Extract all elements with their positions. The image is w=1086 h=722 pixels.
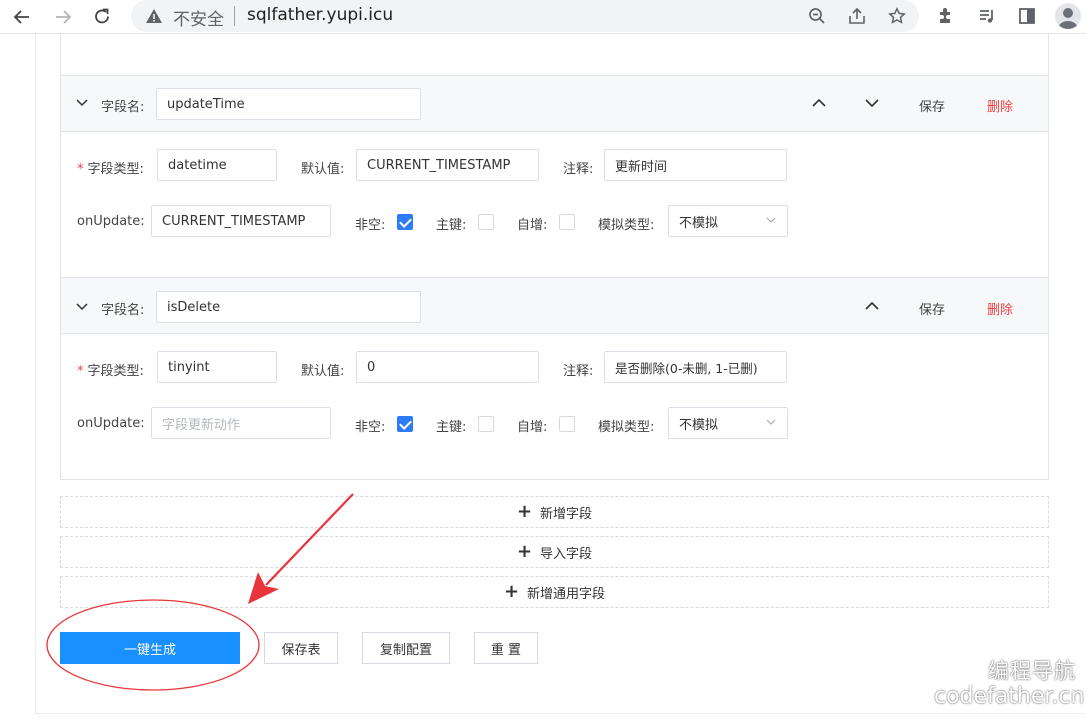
not-null-checkbox[interactable]: [397, 416, 413, 432]
save-table-button[interactable]: 保存表: [264, 632, 338, 664]
import-field-button[interactable]: + 导入字段: [60, 536, 1049, 568]
mock-type-value: 不模拟: [679, 215, 719, 231]
field-header[interactable]: 字段名: updateTime 保存 删除: [61, 76, 1048, 132]
url-text[interactable]: sqlfather.yupi.icu: [247, 5, 393, 25]
primary-key-checkbox[interactable]: [478, 214, 494, 230]
delete-field-button[interactable]: 删除: [987, 96, 1013, 115]
move-up-icon[interactable]: [811, 95, 827, 111]
mock-type-select[interactable]: 不模拟: [668, 205, 788, 237]
auto-increment-checkbox[interactable]: [559, 214, 575, 230]
onupdate-input[interactable]: 字段更新动作: [151, 407, 331, 439]
plus-icon: +: [503, 581, 520, 602]
zoom-icon[interactable]: [805, 4, 829, 28]
extensions-icon[interactable]: [934, 4, 958, 28]
profile-avatar-icon[interactable]: [1055, 3, 1081, 29]
plus-icon: +: [516, 541, 533, 562]
reading-list-icon[interactable]: [975, 4, 999, 28]
browser-toolbar: 不安全 sqlfather.yupi.icu: [0, 0, 1086, 34]
comment-input[interactable]: 是否删除(0-未删, 1-已删): [604, 351, 787, 383]
field-header[interactable]: 字段名: isDelete 保存 删除: [61, 278, 1048, 334]
comment-label: 注释:: [563, 364, 594, 379]
insecure-label: 不安全: [173, 10, 224, 30]
chevron-down-icon[interactable]: [75, 299, 89, 313]
chevron-down-icon: [766, 217, 776, 223]
mock-type-value: 不模拟: [679, 417, 719, 433]
move-up-icon[interactable]: [864, 298, 880, 314]
primary-key-label: 主键:: [436, 420, 467, 435]
field-type-label: * 字段类型:: [77, 162, 144, 177]
previous-field-box: [60, 34, 1049, 76]
field-name-label: 字段名:: [101, 303, 145, 318]
primary-key-label: 主键:: [436, 218, 467, 233]
chevron-down-icon[interactable]: [75, 95, 89, 109]
warning-icon: [146, 9, 162, 23]
watermark-title: 编程导航: [988, 659, 1076, 683]
auto-increment-label: 自增:: [517, 218, 548, 233]
back-button[interactable]: [9, 4, 35, 30]
mock-type-label: 模拟类型:: [598, 218, 655, 233]
field-type-input[interactable]: tinyint: [157, 351, 277, 383]
not-null-label: 非空:: [355, 218, 386, 233]
add-common-field-button[interactable]: + 新增通用字段: [60, 576, 1049, 608]
save-field-button[interactable]: 保存: [919, 96, 945, 115]
reload-icon: [95, 8, 109, 24]
chevron-down-icon: [766, 419, 776, 425]
copy-config-button[interactable]: 复制配置: [362, 632, 450, 664]
share-icon[interactable]: [845, 4, 869, 28]
onupdate-label: onUpdate:: [77, 416, 145, 431]
reload-button[interactable]: [89, 4, 115, 30]
address-bar[interactable]: 不安全 sqlfather.yupi.icu: [131, 0, 919, 32]
not-null-label: 非空:: [355, 420, 386, 435]
side-panel-icon[interactable]: [1015, 4, 1039, 28]
watermark-url: codefather.cn: [934, 684, 1085, 709]
auto-increment-label: 自增:: [517, 420, 548, 435]
mock-type-select[interactable]: 不模拟: [668, 407, 788, 439]
delete-field-button[interactable]: 删除: [987, 299, 1013, 318]
field-panel: 字段名: updateTime 保存 删除 * 字段类型: datetime 默认…: [60, 75, 1049, 278]
import-field-label: 导入字段: [540, 546, 593, 562]
default-value-label: 默认值:: [301, 162, 345, 177]
comment-input[interactable]: 更新时间: [604, 149, 787, 181]
primary-key-checkbox[interactable]: [478, 416, 494, 432]
default-value-input[interactable]: CURRENT_TIMESTAMP: [356, 149, 539, 181]
field-panel: 字段名: isDelete 保存 删除 * 字段类型: tinyint 默认值: …: [60, 277, 1049, 480]
not-null-checkbox[interactable]: [397, 214, 413, 230]
move-down-icon[interactable]: [864, 95, 880, 111]
field-type-input[interactable]: datetime: [157, 149, 277, 181]
comment-label: 注释:: [563, 162, 594, 177]
generate-button[interactable]: 一键生成: [60, 632, 240, 664]
default-value-input[interactable]: 0: [356, 351, 539, 383]
save-field-button[interactable]: 保存: [919, 299, 945, 318]
field-name-label: 字段名:: [101, 100, 145, 115]
field-type-label: * 字段类型:: [77, 364, 144, 379]
url-separator: [234, 6, 235, 26]
onupdate-label: onUpdate:: [77, 214, 145, 229]
default-value-label: 默认值:: [301, 364, 345, 379]
field-name-input[interactable]: isDelete: [156, 291, 421, 323]
reset-button[interactable]: 重 置: [474, 632, 538, 664]
arrow-left-icon: [13, 10, 29, 24]
add-common-field-label: 新增通用字段: [527, 586, 606, 602]
star-icon[interactable]: [885, 4, 909, 28]
arrow-right-icon: [56, 10, 72, 24]
plus-icon: +: [516, 501, 533, 522]
field-name-input[interactable]: updateTime: [156, 88, 421, 120]
mock-type-label: 模拟类型:: [598, 420, 655, 435]
onupdate-input[interactable]: CURRENT_TIMESTAMP: [151, 205, 331, 237]
auto-increment-checkbox[interactable]: [559, 416, 575, 432]
add-field-button[interactable]: + 新增字段: [60, 496, 1049, 528]
add-field-label: 新增字段: [540, 506, 593, 522]
forward-button[interactable]: [50, 4, 76, 30]
